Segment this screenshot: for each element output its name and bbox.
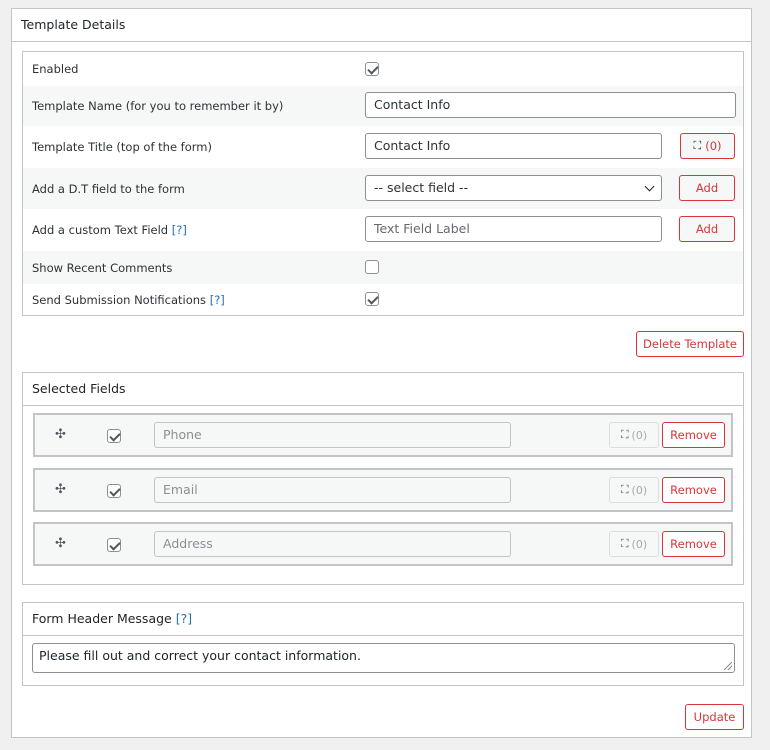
- select-value: -- select field --: [374, 180, 469, 195]
- template-name-input[interactable]: Contact Info: [365, 92, 736, 118]
- translate-icon: ⛶: [693, 139, 702, 152]
- move-icon[interactable]: ✣: [55, 427, 66, 442]
- update-button[interactable]: Update: [685, 704, 744, 730]
- row-template-name: Template Name (for you to remember it by…: [23, 86, 743, 126]
- enabled-label: Enabled: [32, 62, 79, 76]
- add-dt-field-button[interactable]: Add: [679, 175, 735, 201]
- send-notifications-label: Send Submission Notifications [?]: [32, 292, 225, 307]
- template-details-table: Enabled Template Name (for you to rememb…: [22, 51, 744, 316]
- field-input[interactable]: Phone: [154, 422, 511, 448]
- template-details-panel: Template Details Enabled Template Name (…: [11, 8, 752, 738]
- row-send-notifications: Send Submission Notifications [?]: [23, 284, 743, 315]
- form-header-text: Please fill out and correct your contact…: [39, 648, 361, 663]
- field-checkbox[interactable]: [107, 484, 121, 498]
- translate-field-button[interactable]: ⛶ (0): [609, 477, 659, 503]
- field-checkbox[interactable]: [107, 538, 121, 552]
- send-notifications-checkbox[interactable]: [365, 292, 379, 306]
- translate-field-button[interactable]: ⛶ (0): [609, 422, 659, 448]
- row-add-dt-field: Add a D.T field to the form -- select fi…: [23, 168, 743, 209]
- form-header-textarea[interactable]: Please fill out and correct your contact…: [32, 643, 735, 673]
- translate-field-button[interactable]: ⛶ (0): [609, 531, 659, 557]
- add-dt-field-label: Add a D.T field to the form: [32, 181, 185, 196]
- text-field-label-input[interactable]: Text Field Label: [365, 216, 662, 242]
- help-link[interactable]: [?]: [176, 611, 192, 626]
- template-name-label: Template Name (for you to remember it by…: [32, 99, 284, 113]
- field-row-address: ✣ Address ⛶ (0) Remove: [33, 522, 733, 566]
- translate-icon: ⛶: [620, 428, 629, 441]
- enabled-checkbox[interactable]: [365, 62, 379, 76]
- translate-count: (0): [705, 139, 722, 153]
- template-title-input[interactable]: Contact Info: [365, 133, 662, 159]
- help-link[interactable]: [?]: [172, 223, 187, 237]
- row-show-recent-comments: Show Recent Comments: [23, 251, 743, 284]
- field-row-email: ✣ Email ⛶ (0) Remove: [33, 468, 733, 512]
- help-link[interactable]: [?]: [210, 293, 225, 307]
- field-input[interactable]: Email: [154, 477, 511, 503]
- chevron-down-icon: [644, 181, 655, 192]
- field-input[interactable]: Address: [154, 531, 511, 557]
- selected-fields-panel: Selected Fields ✣ Phone ⛶ (0) Remove ✣ E…: [22, 372, 744, 585]
- move-icon[interactable]: ✣: [55, 482, 66, 497]
- remove-field-button[interactable]: Remove: [662, 477, 725, 503]
- translate-icon: ⛶: [620, 537, 629, 550]
- panel-title: Template Details: [12, 9, 751, 42]
- show-recent-comments-label: Show Recent Comments: [32, 260, 173, 275]
- row-enabled: Enabled: [23, 52, 743, 86]
- selected-fields-title: Selected Fields: [23, 373, 743, 406]
- remove-field-button[interactable]: Remove: [662, 531, 725, 557]
- field-row-phone: ✣ Phone ⛶ (0) Remove: [33, 413, 733, 457]
- dt-field-select[interactable]: -- select field --: [365, 175, 662, 201]
- row-custom-text-field: Add a custom Text Field [?] Text Field L…: [23, 209, 743, 251]
- row-template-title: Template Title (top of the form) Contact…: [23, 126, 743, 168]
- translate-icon: ⛶: [620, 483, 629, 496]
- remove-field-button[interactable]: Remove: [662, 422, 725, 448]
- form-header-title: Form Header Message [?]: [23, 603, 743, 636]
- move-icon[interactable]: ✣: [55, 536, 66, 551]
- show-recent-comments-checkbox[interactable]: [365, 260, 379, 274]
- delete-template-button[interactable]: Delete Template: [636, 331, 744, 357]
- form-header-panel: Form Header Message [?] Please fill out …: [22, 602, 744, 686]
- translate-title-button[interactable]: ⛶ (0): [680, 133, 735, 159]
- custom-text-field-label: Add a custom Text Field [?]: [32, 223, 187, 237]
- template-title-label: Template Title (top of the form): [32, 140, 212, 154]
- add-custom-field-button[interactable]: Add: [679, 216, 735, 242]
- field-checkbox[interactable]: [107, 429, 121, 443]
- resize-grip-icon[interactable]: [724, 662, 732, 670]
